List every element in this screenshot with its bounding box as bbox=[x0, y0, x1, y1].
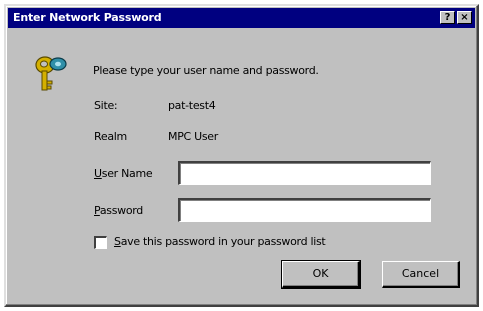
site-label: Site: bbox=[94, 99, 118, 112]
help-button[interactable]: ? bbox=[440, 11, 455, 24]
close-button[interactable]: × bbox=[457, 11, 472, 24]
network-password-dialog: Enter Network Password ? × Please type y… bbox=[4, 4, 479, 307]
save-password-checkbox[interactable] bbox=[94, 236, 107, 249]
site-value: pat-test4 bbox=[168, 99, 216, 112]
save-password-label-accel: S bbox=[114, 235, 121, 248]
prompt-text: Please type your user name and password. bbox=[93, 64, 319, 77]
password-label-rest: assword bbox=[99, 204, 143, 217]
save-password-label-rest: ave this password in your password list bbox=[120, 235, 326, 248]
key-icon bbox=[35, 56, 67, 91]
user-name-label-accel: U bbox=[94, 167, 102, 180]
window-title: Enter Network Password bbox=[13, 11, 162, 24]
cancel-button[interactable]: Cancel bbox=[382, 261, 460, 288]
ok-button[interactable]: OK bbox=[281, 260, 361, 289]
realm-value: MPC User bbox=[168, 130, 218, 143]
realm-label: Realm bbox=[94, 130, 127, 143]
password-input[interactable] bbox=[178, 198, 431, 222]
title-bar[interactable]: Enter Network Password ? × bbox=[8, 8, 475, 28]
user-name-input[interactable] bbox=[178, 161, 431, 185]
user-name-label-rest: ser Name bbox=[101, 167, 153, 180]
password-label: Password bbox=[94, 204, 143, 217]
user-name-label: User Name bbox=[94, 167, 153, 180]
save-password-label[interactable]: Save this password in your password list bbox=[114, 235, 326, 248]
